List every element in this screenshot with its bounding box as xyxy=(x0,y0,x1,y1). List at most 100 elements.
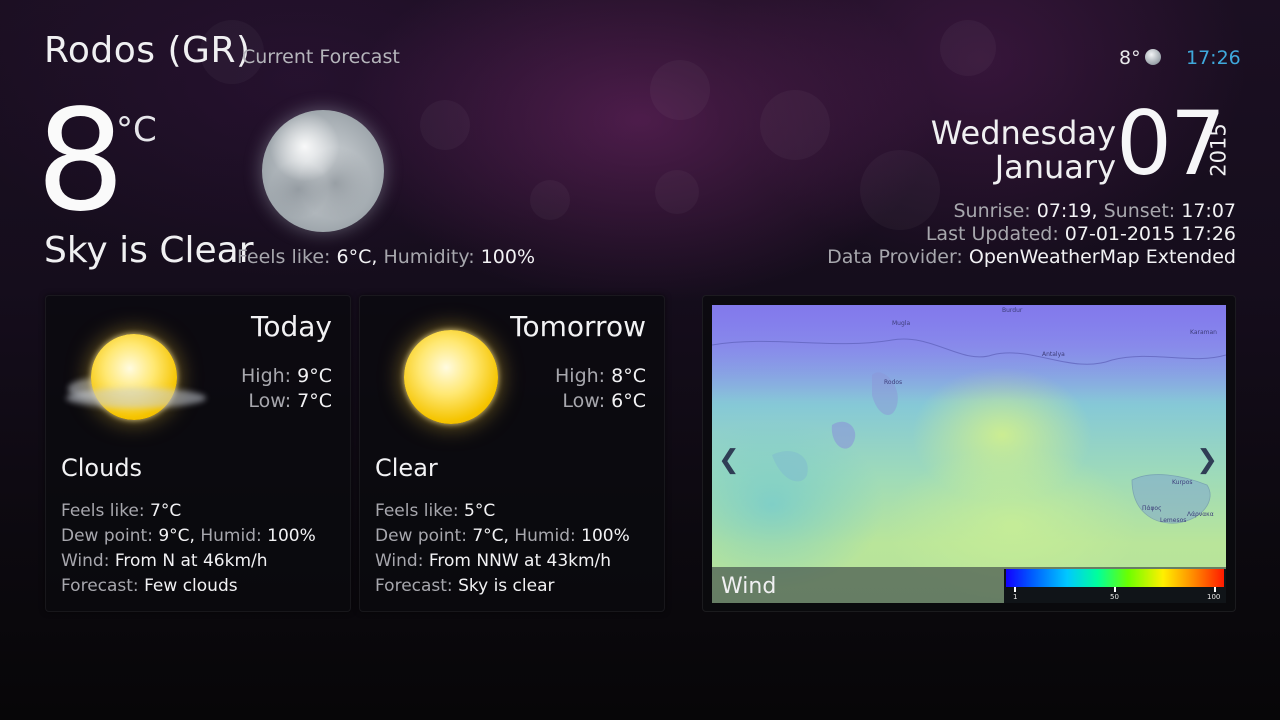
low-temp: Low: 7°C xyxy=(248,390,332,412)
map-label: Karaman xyxy=(1190,329,1217,336)
feels-like-value: 5°C xyxy=(464,501,496,521)
scale-tick xyxy=(1214,587,1216,592)
forecast-value: Few clouds xyxy=(144,576,238,596)
page-subtitle: Current Forecast xyxy=(242,46,400,68)
bokeh-circle xyxy=(940,20,996,76)
low-value: 6°C xyxy=(611,390,646,412)
forecast-label: Forecast: xyxy=(375,576,453,596)
wind-value: From NNW at 43km/h xyxy=(428,551,612,571)
header-temperature: 8° xyxy=(1119,47,1141,69)
weather-map-panel: Mugla Burdur Karaman Antalya Rodos Λάρνα… xyxy=(702,295,1236,612)
dew-point-row: Dew point: 7°C, Humid: 100% xyxy=(375,526,630,546)
card-condition: Clear xyxy=(375,454,438,482)
wind-scale-gradient xyxy=(1006,569,1224,587)
low-temp: Low: 6°C xyxy=(562,390,646,412)
dew-point-label: Dew point: xyxy=(375,526,467,546)
forecast-value: Sky is clear xyxy=(458,576,555,596)
sunset-label: Sunset: xyxy=(1103,200,1176,222)
map-label: Λάρνακα xyxy=(1187,511,1214,518)
bokeh-circle xyxy=(420,100,470,150)
humidity-label: Humidity: xyxy=(383,246,475,268)
current-details: Feels like: 6°C, Humidity: 100% xyxy=(237,246,535,268)
dew-point-row: Dew point: 9°C, Humid: 100% xyxy=(61,526,316,546)
scale-min-label: 1 xyxy=(1013,593,1018,601)
data-provider-value: OpenWeatherMap Extended xyxy=(968,246,1236,268)
forecast-label: Forecast: xyxy=(61,576,139,596)
map-label: Mugla xyxy=(892,320,911,327)
chevron-left-icon[interactable]: ❮ xyxy=(718,445,740,475)
high-value: 8°C xyxy=(611,365,646,387)
data-provider: Data Provider: OpenWeatherMap Extended xyxy=(827,246,1236,268)
clock: 17:26 xyxy=(1186,47,1241,69)
feels-like-row: Feels like: 5°C xyxy=(375,501,495,521)
scale-max-label: 100 xyxy=(1207,593,1221,601)
year: 2015 xyxy=(1206,116,1240,182)
dew-point-value: 9°C, xyxy=(158,526,195,546)
sunrise-value: 07:19, xyxy=(1036,200,1098,222)
feels-like-row: Feels like: 7°C xyxy=(61,501,181,521)
map-label: Antalya xyxy=(1042,351,1065,358)
moon-icon xyxy=(1145,49,1161,65)
card-title: Tomorrow xyxy=(510,310,646,343)
forecast-card-tomorrow[interactable]: Tomorrow High: 8°C Low: 6°C Clear Feels … xyxy=(359,295,665,612)
humid-label: Humid: xyxy=(200,526,262,546)
wind-map[interactable]: Mugla Burdur Karaman Antalya Rodos Λάρνα… xyxy=(712,305,1226,603)
sun-times: Sunrise: 07:19, Sunset: 17:07 xyxy=(953,200,1236,222)
year-text: 2015 xyxy=(1206,123,1231,177)
map-label: Burdur xyxy=(1002,307,1023,314)
forecast-card-today[interactable]: Today High: 9°C Low: 7°C Clouds Feels li… xyxy=(45,295,351,612)
map-label: Lemesos xyxy=(1160,517,1187,524)
last-updated: Last Updated: 07-01-2015 17:26 xyxy=(926,223,1236,245)
current-condition: Sky is Clear xyxy=(44,230,254,271)
card-condition: Clouds xyxy=(61,454,143,482)
map-layer-label: Wind xyxy=(721,574,777,599)
low-label: Low: xyxy=(562,390,606,412)
bokeh-circle xyxy=(650,60,710,120)
weekday: Wednesday xyxy=(930,114,1116,152)
sunset-value: 17:07 xyxy=(1181,200,1236,222)
scale-tick xyxy=(1114,587,1116,592)
high-temp: High: 9°C xyxy=(241,365,332,387)
month: January xyxy=(994,148,1116,186)
moon-icon xyxy=(262,110,384,232)
map-label: Kurpos xyxy=(1172,479,1193,486)
map-legend-bar: Wind 1 50 100 xyxy=(712,567,1226,603)
bokeh-circle xyxy=(655,170,699,214)
temperature-unit: °C xyxy=(116,110,157,150)
card-title: Today xyxy=(251,310,332,343)
dew-point-label: Dew point: xyxy=(61,526,153,546)
feels-like-label: Feels like: xyxy=(375,501,459,521)
feels-like-value: 7°C xyxy=(150,501,182,521)
forecast-row: Forecast: Sky is clear xyxy=(375,576,555,596)
wind-label: Wind: xyxy=(375,551,424,571)
current-temperature: 8 xyxy=(36,80,125,243)
dew-point-value: 7°C, xyxy=(472,526,509,546)
last-updated-value: 07-01-2015 17:26 xyxy=(1064,223,1236,245)
map-label: Πάφος xyxy=(1142,505,1162,512)
forecast-row: Forecast: Few clouds xyxy=(61,576,238,596)
map-label: Rodos xyxy=(884,379,903,386)
city-title: Rodos (GR) xyxy=(44,30,251,71)
chevron-right-icon[interactable]: ❯ xyxy=(1196,445,1218,475)
humidity-value: 100% xyxy=(480,246,536,268)
high-temp: High: 8°C xyxy=(555,365,646,387)
low-label: Low: xyxy=(248,390,292,412)
wind-label: Wind: xyxy=(61,551,110,571)
feels-like-label: Feels like: xyxy=(61,501,145,521)
humid-label: Humid: xyxy=(514,526,576,546)
high-label: High: xyxy=(241,365,292,387)
low-value: 7°C xyxy=(297,390,332,412)
high-value: 9°C xyxy=(297,365,332,387)
high-label: High: xyxy=(555,365,606,387)
wind-row: Wind: From N at 46km/h xyxy=(61,551,268,571)
bokeh-circle xyxy=(530,180,570,220)
wind-row: Wind: From NNW at 43km/h xyxy=(375,551,611,571)
bokeh-circle xyxy=(860,150,940,230)
sunrise-label: Sunrise: xyxy=(953,200,1031,222)
scale-tick xyxy=(1014,587,1016,592)
data-provider-label: Data Provider: xyxy=(827,246,963,268)
humid-value: 100% xyxy=(267,526,316,546)
last-updated-label: Last Updated: xyxy=(925,223,1059,245)
feels-like-label: Feels like: xyxy=(237,246,331,268)
sun-icon xyxy=(404,330,498,424)
